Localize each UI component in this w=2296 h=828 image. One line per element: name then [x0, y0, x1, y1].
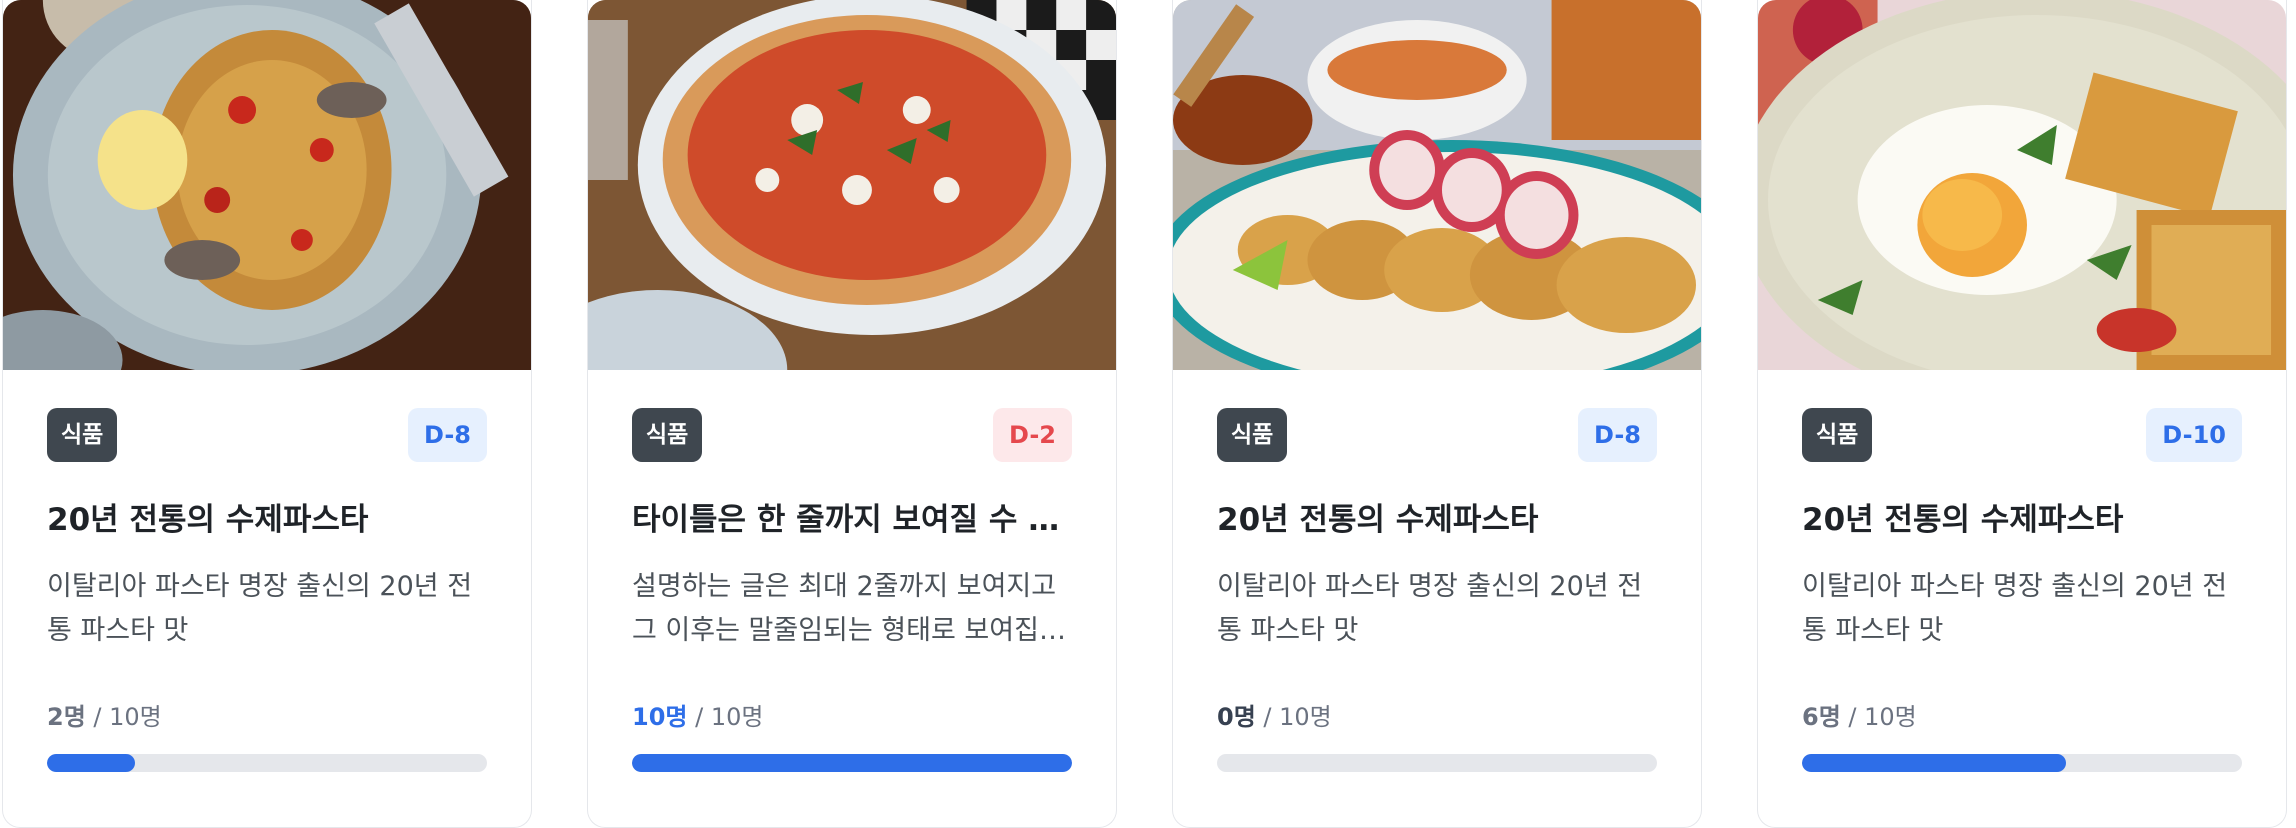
participant-current: 2명 [47, 703, 86, 731]
category-badge: 식품 [632, 408, 703, 462]
pizza-photo [588, 0, 1116, 370]
tacos-photo [1173, 0, 1701, 370]
participant-current: 6명 [1802, 703, 1841, 731]
participant-count: 2명 / 10명 [47, 700, 162, 734]
card-description: 이탈리아 파스타 명장 출신의 20년 전통 파스타 맛 [1217, 571, 1643, 646]
product-card[interactable]: 식품 D-8 20년 전통의 수제파스타 이탈리아 파스타 명장 출신의 20년… [1172, 0, 1702, 828]
card-title: 20년 전통의 수제파스타 [1802, 502, 2124, 538]
participant-total: / 10명 [1840, 703, 1917, 731]
progress-bar [1217, 754, 1657, 772]
participant-total: / 10명 [1255, 703, 1332, 731]
progress-bar [47, 754, 487, 772]
card-description: 이탈리아 파스타 명장 출신의 20년 전통 파스타 맛 [1802, 571, 2228, 646]
participant-current: 0명 [1217, 703, 1256, 731]
participant-total: / 10명 [687, 703, 764, 731]
card-title: 타이틀은 한 줄까지 보여질 수 있습니다 [632, 502, 1072, 538]
egg-photo [1758, 0, 2286, 370]
product-card[interactable]: 식품 D-2 타이틀은 한 줄까지 보여질 수 있습니다 설명하는 글은 최대 … [587, 0, 1117, 828]
participant-count: 6명 / 10명 [1802, 700, 1917, 734]
category-badge: 식품 [47, 408, 118, 462]
progress-fill [1802, 754, 2066, 772]
card-description: 설명하는 글은 최대 2줄까지 보여지고 그 이후는 말줄임되는 형태로 보여집… [632, 571, 1064, 646]
pasta-photo [3, 0, 531, 370]
product-card[interactable]: 식품 D-10 20년 전통의 수제파스타 이탈리아 파스타 명장 출신의 20… [1757, 0, 2287, 828]
card-title: 20년 전통의 수제파스타 [1217, 502, 1539, 538]
progress-bar [632, 754, 1072, 772]
dday-badge: D-10 [2146, 408, 2242, 462]
dday-badge: D-8 [407, 408, 487, 462]
progress-fill [47, 754, 135, 772]
participant-current: 10명 [632, 703, 688, 731]
progress-fill [632, 754, 1072, 772]
participant-total: / 10명 [85, 703, 162, 731]
participant-count: 10명 / 10명 [632, 700, 763, 734]
progress-bar [1802, 754, 2242, 772]
category-badge: 식품 [1217, 408, 1288, 462]
product-card[interactable]: 식품 D-8 20년 전통의 수제파스타 이탈리아 파스타 명장 출신의 20년… [2, 0, 532, 828]
category-badge: 식품 [1802, 408, 1873, 462]
card-title: 20년 전통의 수제파스타 [47, 502, 369, 538]
dday-badge: D-2 [992, 408, 1072, 462]
card-description: 이탈리아 파스타 명장 출신의 20년 전통 파스타 맛 [47, 571, 473, 646]
participant-count: 0명 / 10명 [1217, 700, 1332, 734]
dday-badge: D-8 [1577, 408, 1657, 462]
